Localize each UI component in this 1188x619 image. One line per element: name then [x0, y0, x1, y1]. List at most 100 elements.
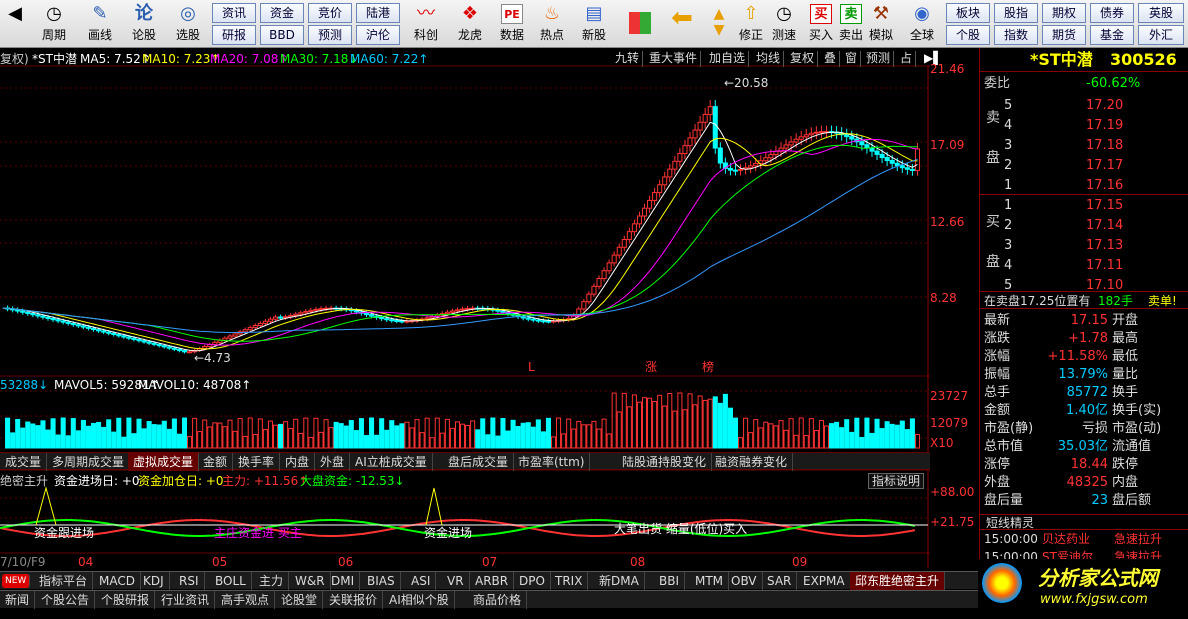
futures-button[interactable]: 期货	[1042, 25, 1086, 45]
ask-price[interactable]: 17.19	[1086, 119, 1123, 133]
ask-price[interactable]: 17.18	[1086, 139, 1123, 153]
news-tab-4[interactable]: 高手观点	[216, 591, 276, 609]
global-button[interactable]: ◉ 全球	[904, 2, 940, 46]
sub-tab-2[interactable]: 虚拟成交量	[128, 453, 200, 471]
speed-test-button[interactable]: ◷ 测速	[768, 2, 800, 46]
news-button[interactable]: 资讯	[212, 3, 256, 23]
index-button[interactable]: 指数	[994, 25, 1038, 45]
period-button[interactable]: ◷ 周期	[36, 2, 72, 46]
indicator-tab-2[interactable]: KDJ	[138, 572, 170, 590]
ipo-button[interactable]: ▤ 新股	[576, 2, 612, 46]
dragon-tiger-button[interactable]: ❖ 龙虎	[450, 2, 490, 46]
data-button[interactable]: PE 数据	[494, 2, 530, 46]
sub-tab-8[interactable]: 盘后成交量	[443, 453, 515, 471]
buy-button[interactable]: 买买入	[806, 2, 836, 46]
sub-tab-10[interactable]: 陆股通持股变化	[617, 453, 713, 471]
uk-stock-button[interactable]: 英股	[1138, 3, 1184, 23]
indicator-tab-9[interactable]: ASI	[406, 572, 437, 590]
indicator-tab-6[interactable]: W&R	[290, 572, 331, 590]
forex-button[interactable]: 外汇	[1138, 25, 1184, 45]
sub-tab-11[interactable]: 融资融券变化	[710, 453, 794, 471]
bid-price[interactable]: 17.15	[1086, 199, 1123, 213]
chart-tab-8[interactable]: 占	[897, 51, 917, 67]
left-arrow-button[interactable]: ⬅	[664, 2, 700, 46]
sell-button[interactable]: 卖卖出	[836, 2, 866, 46]
sector-button[interactable]: 板块	[946, 3, 990, 23]
indicator-tab-18[interactable]: SAR	[762, 572, 798, 590]
indicator-tab-10[interactable]: VR	[442, 572, 470, 590]
auction-button[interactable]: 竞价	[308, 3, 352, 23]
kline-chart[interactable]	[0, 48, 978, 588]
fund-market-button[interactable]: 基金	[1090, 25, 1134, 45]
indicator-tab-1[interactable]: MACD	[94, 572, 141, 590]
hk-link-button[interactable]: 陆港	[356, 3, 400, 23]
news-tab-2[interactable]: 个股研报	[96, 591, 156, 609]
chart-tab-7[interactable]: 预测	[863, 51, 895, 67]
fund-button[interactable]: 资金	[260, 3, 304, 23]
layout-button[interactable]	[622, 2, 658, 46]
single-stock-button[interactable]: 个股	[946, 25, 990, 45]
draw-button[interactable]: ✎ 画线	[82, 2, 118, 46]
bond-button[interactable]: 债券	[1090, 3, 1134, 23]
indicator-tab-14[interactable]: 新DMA	[594, 572, 645, 590]
chart-tab-3[interactable]: 均线	[753, 51, 785, 67]
chart-tab-6[interactable]: 窗	[842, 51, 862, 67]
sub-tab-1[interactable]: 多周期成交量	[47, 453, 131, 471]
news-tab-1[interactable]: 个股公告	[36, 591, 96, 609]
london-link-button[interactable]: 沪伦	[356, 25, 400, 45]
indicator-tab-11[interactable]: ARBR	[470, 572, 515, 590]
revise-button[interactable]: ⇧ 修正	[736, 2, 766, 46]
news-tab-6[interactable]: 关联报价	[324, 591, 384, 609]
indicator-tab-15[interactable]: BBI	[654, 572, 686, 590]
indicator-tab-12[interactable]: DPO	[514, 572, 551, 590]
sub-tab-7[interactable]: AI立桩成交量	[350, 453, 433, 471]
news-tab-3[interactable]: 行业资讯	[156, 591, 216, 609]
ask-price[interactable]: 17.17	[1086, 159, 1123, 173]
indicator-tab-8[interactable]: BIAS	[362, 572, 401, 590]
indicator-tab-5[interactable]: 主力	[254, 572, 290, 590]
alert-stock[interactable]: 贝达药业	[1042, 532, 1090, 546]
indicator-tab-16[interactable]: MTM	[690, 572, 730, 590]
news-tab-5[interactable]: 论股堂	[276, 591, 324, 609]
bid-price[interactable]: 17.11	[1086, 259, 1123, 273]
sub-tab-6[interactable]: 外盘	[315, 453, 351, 471]
news-tab-8[interactable]: 商品价格	[468, 591, 528, 609]
indicator-tab-0[interactable]: 指标平台	[34, 572, 94, 590]
indicator-tab-17[interactable]: OBV	[726, 572, 763, 590]
chart-tab-2[interactable]: 加自选	[706, 51, 750, 67]
ask-price[interactable]: 17.16	[1086, 179, 1123, 193]
chart-tab-4[interactable]: 复权	[787, 51, 819, 67]
indicator-tab-7[interactable]: DMI	[326, 572, 361, 590]
indicator-tab-4[interactable]: BOLL	[210, 572, 252, 590]
chart-tab-0[interactable]: 九转	[612, 51, 644, 67]
back-button[interactable]: ◀	[0, 2, 30, 46]
indicator-help-button[interactable]: 指标说明	[868, 473, 925, 489]
research-button[interactable]: 研报	[212, 25, 256, 45]
chart-tab-1[interactable]: 重大事件	[646, 51, 702, 67]
forecast-button[interactable]: 预测	[308, 25, 352, 45]
simulate-button[interactable]: ⚒ 模拟	[866, 2, 896, 46]
news-tab-0[interactable]: 新闻	[0, 591, 36, 609]
sub-tab-0[interactable]: 成交量	[0, 453, 48, 471]
chart-tab-5[interactable]: 叠	[821, 51, 841, 67]
index-futures-button[interactable]: 股指	[994, 3, 1038, 23]
kechuang-button[interactable]: 〰科创	[406, 2, 446, 46]
bid-price[interactable]: 17.13	[1086, 239, 1123, 253]
indicator-tab-20[interactable]: 邱东胜绝密主升	[850, 572, 946, 590]
sub-tab-9[interactable]: 市盈率(ttm)	[513, 453, 591, 471]
sub-tab-5[interactable]: 内盘	[280, 453, 316, 471]
hot-button[interactable]: ♨ 热点	[534, 2, 570, 46]
select-stock-button[interactable]: ◎ 选股	[168, 2, 208, 46]
indicator-tab-3[interactable]: RSI	[174, 572, 205, 590]
forum-button[interactable]: 论论股	[126, 2, 162, 46]
bbd-button[interactable]: BBD	[260, 25, 304, 45]
bid-price[interactable]: 17.14	[1086, 219, 1123, 233]
indicator-tab-19[interactable]: EXPMA	[798, 572, 851, 590]
up-button[interactable]: ▲ ▼	[704, 2, 734, 46]
chart-area[interactable]: 复权) *ST中潜 MA5: 7.52↑ MA10: 7.23↑ MA20: 7…	[0, 48, 978, 588]
sub-tab-4[interactable]: 换手率	[233, 453, 281, 471]
indicator-tab-13[interactable]: TRIX	[550, 572, 589, 590]
options-button[interactable]: 期权	[1042, 3, 1086, 23]
news-tab-7[interactable]: AI相似个股	[384, 591, 455, 609]
sub-tab-3[interactable]: 金额	[198, 453, 234, 471]
